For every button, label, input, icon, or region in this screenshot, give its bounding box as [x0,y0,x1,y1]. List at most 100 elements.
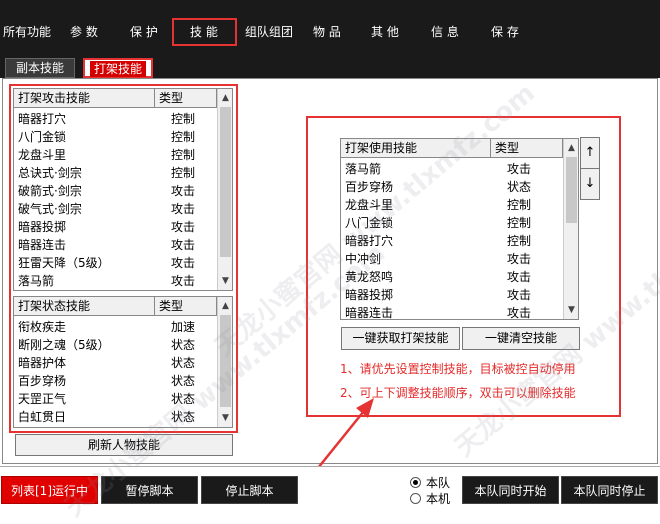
use-list-scrollbar[interactable]: ▲ ▼ [563,139,578,319]
list-item[interactable]: 暗器打穴 控制 [341,232,563,250]
skill-name: 中冲剑 [345,252,382,266]
skill-name: 龙盘斗里 [345,198,394,212]
menu-protect[interactable]: 保 护 [130,23,158,41]
status-col-type[interactable]: 类型 [155,297,217,316]
list-item[interactable]: 八门金锁 控制 [341,214,563,232]
active-menu-highlight [172,18,237,46]
fetch-fight-skills-button[interactable]: 一键获取打架技能 [341,327,460,350]
use-skill-list[interactable]: 打架使用技能 类型 落马箭 攻击 百步穿杨 状态 龙盘斗里 控制 八门金锁 控制 暗器打穴 控制中… [340,138,579,320]
scroll-up-icon[interactable]: ▲ [218,90,232,106]
status-list-scrollbar[interactable]: ▲ ▼ [217,297,232,427]
menu-all-features[interactable]: 所有功能 [3,23,51,41]
list-item[interactable]: 破气式·剑宗 攻击 [14,200,217,218]
skill-name: 落马箭 [18,274,55,288]
stop-script-button[interactable]: 停止脚本 [201,476,298,504]
list-item[interactable]: 黄龙怒鸣 攻击 [341,268,563,286]
list-item[interactable]: 狂雷天降（5级） 攻击 [14,254,217,272]
skill-type: 状态 [171,410,196,424]
list-item[interactable]: 总诀式·剑宗 控制 [14,164,217,182]
team-stop-all-button[interactable]: 本队同时停止 [561,476,658,504]
list-item[interactable]: 落马箭 攻击 [341,160,563,178]
skill-type: 攻击 [507,162,532,176]
tab-fight-skills-label: 打架技能 [89,61,146,77]
menu-items[interactable]: 物 品 [313,23,341,41]
list-item[interactable]: 中冲剑 攻击 [341,250,563,268]
list-item[interactable]: 暗器连击 攻击 [14,236,217,254]
scroll-thumb[interactable] [220,315,231,407]
skill-type: 控制 [507,198,532,212]
use-col-name[interactable]: 打架使用技能 [341,139,491,158]
pause-script-button[interactable]: 暂停脚本 [101,476,198,504]
skill-type: 状态 [171,374,196,388]
radio-team[interactable] [410,477,421,488]
list-item[interactable]: 龙盘斗里 控制 [341,196,563,214]
attack-skill-list[interactable]: 打架攻击技能 类型 暗器打穴 控制 八门金锁 控制 龙盘斗里 控制 总诀式·剑宗 控制 破箭式·… [13,88,233,291]
skill-type: 控制 [507,216,532,230]
status-col-name[interactable]: 打架状态技能 [14,297,155,316]
skill-name: 破箭式·剑宗 [18,184,82,198]
skill-type: 攻击 [171,256,196,270]
list-item[interactable]: 落马箭 攻击 [14,272,217,290]
list-item[interactable]: 衔枚疾走 加速 [14,318,217,336]
list-item[interactable]: 暗器投掷 攻击 [341,286,563,304]
clear-skills-button[interactable]: 一键清空技能 [462,327,580,350]
radio-team-label[interactable]: 本队 [426,474,450,491]
skill-name: 八门金锁 [18,130,67,144]
list-item[interactable]: 暗器护体 状态 [14,354,217,372]
status-skill-list[interactable]: 打架状态技能 类型 衔枚疾走 加速 断刚之魂（5级） 状态 暗器护体 状态 百步穿杨 状态 天罡… [13,296,233,428]
list-item[interactable]: 龙盘斗里 控制 [14,146,217,164]
skill-name: 黄龙怒鸣 [345,270,394,284]
skill-type: 攻击 [507,306,532,320]
list-item[interactable]: 八门金锁 控制 [14,128,217,146]
skill-type: 加速 [171,320,196,334]
skill-type: 攻击 [171,238,196,252]
annotation-arrow-icon [317,398,374,469]
list-item[interactable]: 百步穿杨 状态 [341,178,563,196]
skill-name: 狂雷天降（5级） [18,256,110,270]
skill-name: 天罡正气 [18,392,67,406]
run-list-button[interactable]: 列表[1]运行中 [1,476,98,504]
list-item[interactable]: 暗器连击 攻击 [341,304,563,320]
skill-name: 断刚之魂（5级） [18,338,110,352]
skill-name: 落马箭 [345,162,382,176]
skill-name: 八门金锁 [345,216,394,230]
scroll-down-icon[interactable]: ▼ [218,410,232,426]
team-start-all-button[interactable]: 本队同时开始 [462,476,559,504]
scroll-down-icon[interactable]: ▼ [218,273,232,289]
use-col-type[interactable]: 类型 [491,139,563,158]
refresh-skills-button[interactable]: 刷新人物技能 [15,434,233,456]
move-down-button[interactable]: ↓ [580,168,600,200]
menu-parameters[interactable]: 参 数 [70,23,98,41]
menu-info[interactable]: 信 息 [431,23,459,41]
skill-type: 攻击 [171,202,196,216]
list-item[interactable]: 白虹贯日 状态 [14,408,217,426]
list-item[interactable]: 天罡正气 状态 [14,390,217,408]
use-list-header: 打架使用技能 类型 [341,139,563,158]
list-item[interactable]: 断刚之魂（5级） 状态 [14,336,217,354]
tab-dungeon-skills[interactable]: 副本技能 [5,58,75,78]
scroll-thumb[interactable] [566,157,577,223]
skill-type: 攻击 [171,220,196,234]
attack-list-scrollbar[interactable]: ▲ ▼ [217,89,232,290]
list-item[interactable]: 百步穿杨 状态 [14,372,217,390]
tab-fight-skills[interactable]: 打架技能 [83,58,153,78]
skill-name: 暗器护体 [18,356,67,370]
attack-col-type[interactable]: 类型 [155,89,217,108]
scroll-up-icon[interactable]: ▲ [218,298,232,314]
scroll-up-icon[interactable]: ▲ [564,140,578,156]
skill-type: 状态 [171,338,196,352]
list-item[interactable]: 暗器投掷 攻击 [14,218,217,236]
list-item[interactable]: 破箭式·剑宗 攻击 [14,182,217,200]
menu-other[interactable]: 其 他 [371,23,399,41]
radio-machine[interactable] [410,493,421,504]
radio-machine-label[interactable]: 本机 [426,490,450,507]
list-item[interactable]: 暗器打穴 控制 [14,110,217,128]
menu-team[interactable]: 组队组团 [245,23,293,41]
scroll-thumb[interactable] [220,107,231,257]
move-up-button[interactable]: ↑ [580,137,600,169]
attack-col-name[interactable]: 打架攻击技能 [14,89,155,108]
menu-save[interactable]: 保 存 [491,23,519,41]
skill-name: 暗器连击 [345,306,394,320]
skill-name: 暗器连击 [18,238,67,252]
scroll-down-icon[interactable]: ▼ [564,302,578,318]
